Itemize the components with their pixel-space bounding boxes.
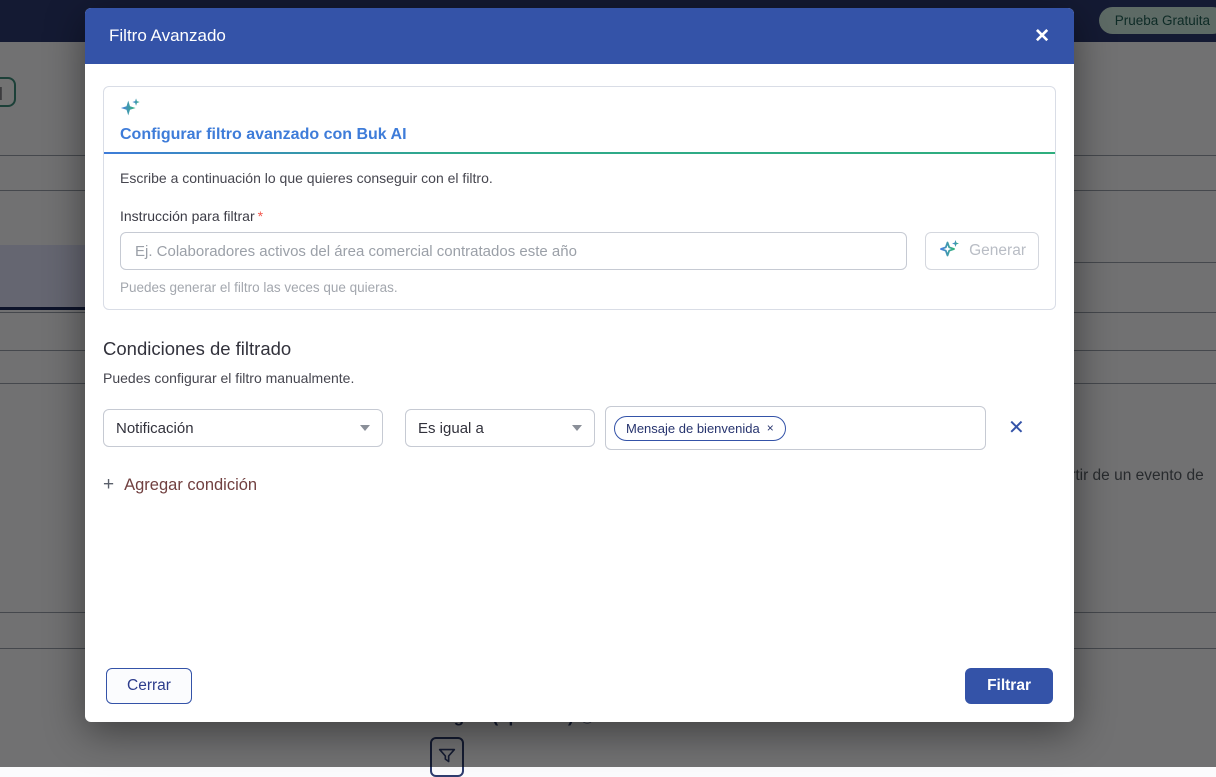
plus-icon: + [103, 474, 114, 496]
modal-header: Filtro Avanzado ✕ [85, 8, 1074, 64]
buk-ai-card-header: Configurar filtro avanzado con Buk AI [104, 87, 1055, 152]
spacer [103, 496, 1056, 668]
ai-card-description: Escribe a continuación lo que quieres co… [120, 170, 1039, 186]
chip-remove-icon[interactable]: × [767, 421, 774, 435]
generate-helper-text: Puedes generar el filtro las veces que q… [120, 280, 1039, 295]
buk-ai-card: Configurar filtro avanzado con Buk AI Es… [103, 86, 1056, 310]
conditions-subtitle: Puedes configurar el filtro manualmente. [103, 370, 1056, 386]
filter-button[interactable]: Filtrar [965, 668, 1053, 704]
conditions-title: Condiciones de filtrado [103, 338, 1056, 360]
value-chip-label: Mensaje de bienvenida [626, 421, 760, 436]
instruction-label: Instrucción para filtrar* [120, 208, 1039, 224]
instruction-input-row: Generar [120, 232, 1039, 270]
condition-remove-icon[interactable]: ✕ [1008, 418, 1025, 438]
ai-card-title: Configurar filtro avanzado con Buk AI [120, 126, 1039, 144]
field-select[interactable]: Notificación [103, 409, 383, 447]
values-tag-input[interactable]: Mensaje de bienvenida × [605, 406, 986, 450]
add-condition-label: Agregar condición [124, 476, 257, 495]
instruction-label-text: Instrucción para filtrar [120, 208, 255, 224]
chevron-down-icon [360, 425, 370, 431]
modal-title: Filtro Avanzado [109, 26, 226, 46]
modal-body: Configurar filtro avanzado con Buk AI Es… [85, 64, 1074, 722]
generate-button-label: Generar [969, 242, 1026, 260]
modal-footer: Cerrar Filtrar [103, 668, 1056, 704]
value-chip: Mensaje de bienvenida × [614, 416, 786, 441]
ai-card-body: Escribe a continuación lo que quieres co… [104, 154, 1055, 309]
chevron-down-icon [572, 425, 582, 431]
generate-button[interactable]: Generar [925, 232, 1039, 270]
field-select-value: Notificación [116, 420, 194, 437]
close-button[interactable]: Cerrar [106, 668, 192, 704]
instruction-input[interactable] [120, 232, 907, 270]
operator-select[interactable]: Es igual a [405, 409, 595, 447]
sparkle-icon [120, 106, 142, 123]
sparkle-outline-icon [938, 237, 962, 266]
condition-row: Notificación Es igual a Mensaje de bienv… [103, 406, 1056, 450]
advanced-filter-modal: Filtro Avanzado ✕ Config [85, 8, 1074, 722]
required-marker: * [258, 208, 263, 224]
add-condition-button[interactable]: + Agregar condición [103, 474, 1056, 496]
close-icon[interactable]: ✕ [1034, 27, 1050, 46]
operator-select-value: Es igual a [418, 420, 484, 437]
